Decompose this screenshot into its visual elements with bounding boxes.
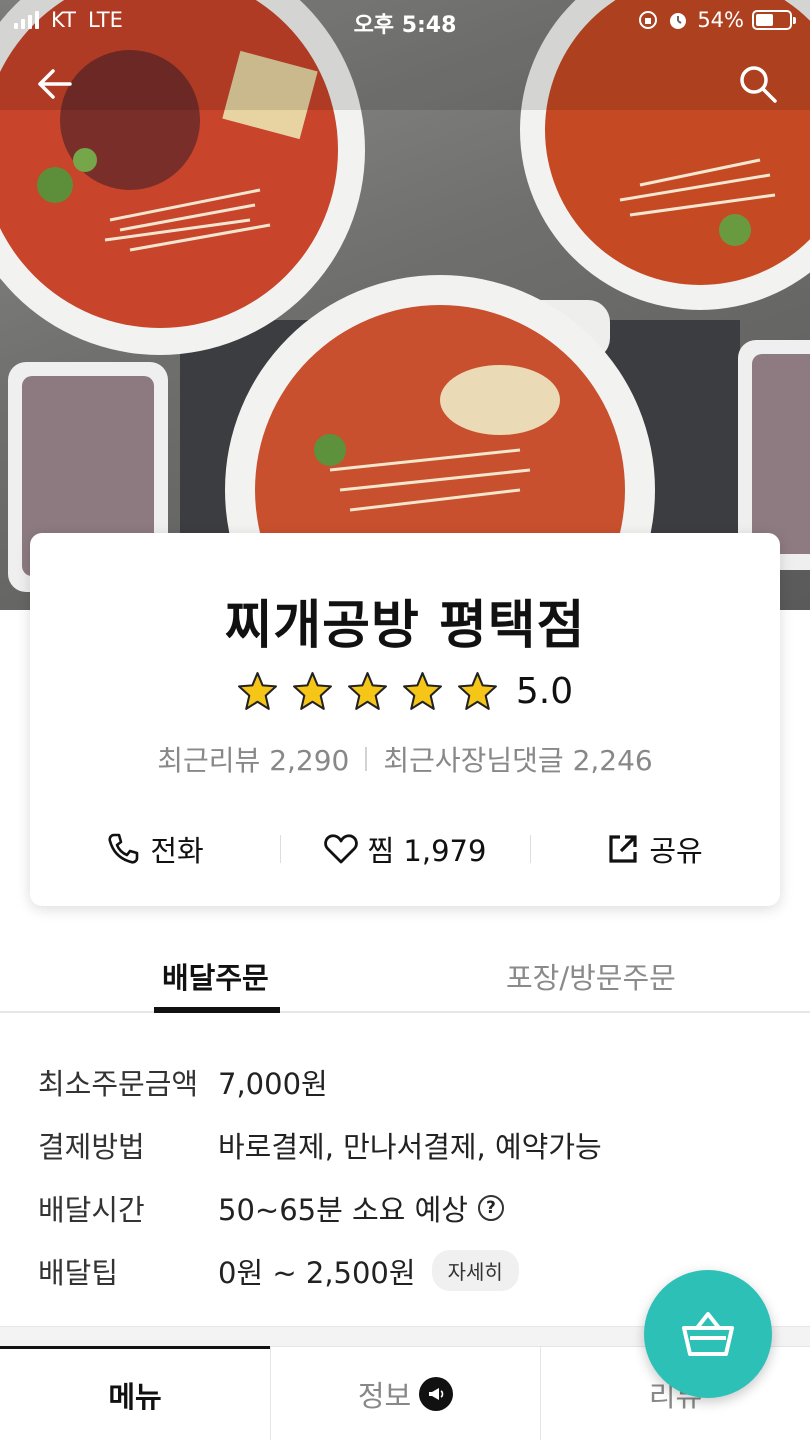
call-button[interactable]: 전화 [30,823,280,875]
delivery-tip-detail-button[interactable]: 자세히 [431,1250,519,1291]
delivery-time-label: 배달시간 [38,1192,145,1227]
cart-button[interactable] [644,1270,772,1398]
divider [365,747,368,771]
share-icon [609,835,637,863]
payment-value: 바로결제, 만나서결제, 예약가능 [218,1129,602,1164]
delivery-time-value: 50~65분 소요 예상 [218,1192,468,1227]
heart-icon [323,834,358,864]
rating-row: 5.0 [30,671,780,712]
share-label: 공유 [649,834,703,868]
tab-pickup-order[interactable]: 포장/방문주문 [430,935,810,1011]
battery-percent: 54% [697,8,744,32]
phone-icon [108,833,139,864]
back-button[interactable] [28,58,80,110]
arrow-left-icon [38,69,72,99]
store-hero-image [0,0,810,610]
star-icon [237,672,277,710]
star-icon [402,672,442,710]
favorite-button[interactable]: 찜 1,979 [280,823,530,875]
store-name: 찌개공방 평택점 [224,596,586,656]
tab-delivery-label: 배달주문 [162,961,269,995]
star-icon [292,672,332,710]
delivery-info: 최소주문금액 7,000원 결제방법 바로결제, 만나서결제, 예약가능 배달시… [38,1050,778,1302]
active-tab-indicator [154,1007,280,1013]
owner-replies-count: 최근사장님댓글 2,246 [383,744,653,777]
payment-label: 결제방법 [38,1129,145,1164]
tab-delivery-order[interactable]: 배달주문 [0,935,430,1013]
status-bar: KT LTE 오후 5:48 54% [0,0,810,40]
delivery-tip-value-wrap: 0원 ~ 2,500원 자세히 [218,1250,519,1292]
store-actions: 전화 찜 1,979 공유 [30,823,780,875]
battery-icon [752,10,796,30]
tab-menu-label: 메뉴 [108,1379,162,1414]
favorite-label: 찜 1,979 [367,834,487,868]
store-info-card: 찌개공방 평택점 5.0 최근리뷰 2,290 최근사장님댓글 2,246 전화… [30,533,780,906]
delivery-tip-value: 0원 ~ 2,500원 [218,1255,416,1290]
basket-icon [682,1312,734,1356]
rotation-lock-icon [639,11,658,29]
tab-pickup-label: 포장/방문주문 [506,961,676,995]
star-icon [347,672,387,710]
min-order-value: 7,000원 [218,1066,328,1101]
tab-info[interactable]: 정보 [270,1346,540,1440]
min-order-row: 최소주문금액 7,000원 [38,1050,778,1113]
delivery-time-value-wrap: 50~65분 소요 예상 ? [218,1187,504,1229]
delivery-time-row: 배달시간 50~65분 소요 예상 ? [38,1176,778,1239]
order-type-tabs: 배달주문 포장/방문주문 [0,935,810,1013]
delivery-tip-label: 배달팁 [38,1255,119,1290]
review-stats: 최근리뷰 2,290 최근사장님댓글 2,246 [30,739,780,779]
search-icon [740,66,777,103]
rating-value: 5.0 [515,671,574,712]
min-order-label: 최소주문금액 [38,1066,199,1101]
tab-menu[interactable]: 메뉴 [0,1346,270,1440]
star-icon [457,672,497,710]
call-label: 전화 [150,834,204,868]
share-button[interactable]: 공유 [530,823,780,875]
rating-stars [237,671,498,712]
megaphone-icon [419,1376,454,1411]
payment-row: 결제방법 바로결제, 만나서결제, 예약가능 [38,1113,778,1176]
search-button[interactable] [732,58,784,110]
recent-reviews-count: 최근리뷰 2,290 [157,744,350,777]
tab-info-label: 정보 [357,1378,412,1413]
help-icon[interactable]: ? [477,1194,504,1221]
alarm-icon [670,13,687,29]
